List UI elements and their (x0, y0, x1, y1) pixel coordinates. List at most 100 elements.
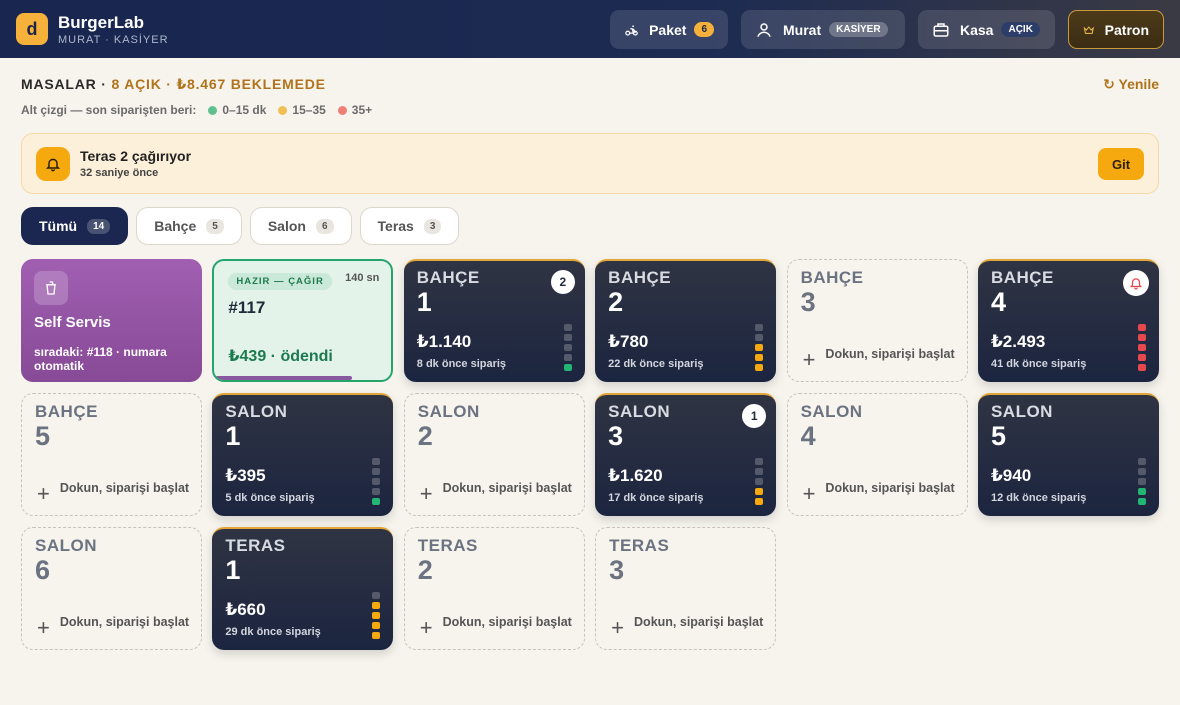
start-order-text: Dokun, siparişi başlat (59, 481, 190, 495)
table-zone: SALON (225, 402, 288, 421)
user-line: MURAT · KASİYER (58, 33, 169, 46)
meter-segment (755, 478, 764, 485)
table-card[interactable]: SALON 5 ₺940 12 dk önce sipariş (977, 393, 1159, 516)
table-number: 5 (990, 421, 1006, 451)
table-items-badge: 1 (742, 404, 767, 428)
filter-count: 6 (315, 218, 334, 234)
meter-segment (1137, 354, 1146, 361)
table-amount: ₺940 (990, 466, 1032, 485)
table-card[interactable]: BAHÇE 3 + Dokun, siparişi başlat (786, 259, 968, 382)
meter-segment (563, 354, 572, 361)
filter-count: 14 (87, 218, 111, 234)
filter-garden[interactable]: Bahçe 5 (136, 207, 242, 245)
top-bar: d BurgerLab MURAT · KASİYER Paket 6 Mura… (0, 0, 1180, 58)
boss-button[interactable]: Patron (1068, 10, 1164, 49)
meter-segment (1137, 478, 1146, 485)
table-last-order: 29 dk önce sipariş (225, 626, 321, 638)
alert-title: Teras 2 çağırıyor (80, 148, 192, 164)
tables-grid: Self Servis sıradaki: #118 · numara otom… (21, 259, 1159, 650)
meter-segment (372, 468, 381, 475)
table-zone: BAHÇE (608, 268, 672, 287)
refresh-button[interactable]: ↻ Yenile (1103, 76, 1159, 93)
meter-segment (372, 478, 381, 485)
ready-order-card[interactable]: HAZIR — ÇAĞIR 140 sn #117 ₺439 · ödendi (212, 259, 394, 382)
table-card[interactable]: BAHÇE 4 ₺2.493 41 dk önce sipariş (977, 259, 1159, 382)
legend-dot-yellow (278, 105, 288, 115)
filter-count: 3 (423, 218, 442, 234)
meter-segment (372, 592, 381, 599)
time-meter (563, 324, 572, 371)
register-label: Kasa (960, 21, 994, 38)
table-number: 6 (35, 555, 51, 585)
table-last-order: 12 dk önce sipariş (990, 492, 1087, 504)
meter-segment (563, 334, 572, 341)
table-card[interactable]: SALON 3 ₺1.620 17 dk önce sipariş 1 (595, 393, 777, 516)
register-button[interactable]: Kasa AÇIK (918, 10, 1055, 49)
filter-count: 5 (206, 218, 224, 234)
meter-segment (1137, 344, 1146, 351)
meter-segment (1137, 488, 1146, 495)
ready-progress-bar (214, 376, 353, 380)
meter-segment (372, 612, 381, 619)
meter-segment (1137, 334, 1146, 341)
table-number: 4 (990, 287, 1006, 317)
table-card[interactable]: TERAS 1 ₺660 29 dk önce sipariş (212, 527, 394, 650)
meter-segment (1137, 468, 1146, 475)
meter-segment (563, 364, 572, 371)
brand: BurgerLab MURAT · KASİYER (58, 13, 169, 46)
legend: Alt çizgi — son siparişten beri: 0–15 dk… (21, 103, 372, 117)
filter-all[interactable]: Tümü 14 (21, 207, 129, 245)
package-count-badge: 6 (694, 22, 714, 37)
cup-icon (34, 271, 68, 305)
table-card[interactable]: SALON 4 + Dokun, siparişi başlat (786, 393, 968, 516)
alert-subtitle: 32 saniye önce (80, 167, 159, 179)
app-logo: d (16, 13, 48, 45)
self-service-title: Self Servis (34, 314, 111, 331)
ready-order-paid: ₺439 · ödendi (228, 348, 333, 365)
table-last-order: 5 dk önce sipariş (225, 492, 315, 504)
self-service-card[interactable]: Self Servis sıradaki: #118 · numara otom… (21, 259, 202, 382)
table-card[interactable]: TERAS 2 + Dokun, siparişi başlat (403, 527, 585, 650)
table-card[interactable]: BAHÇE 5 + Dokun, siparişi başlat (21, 393, 202, 516)
table-card[interactable]: BAHÇE 2 ₺780 22 dk önce sipariş (595, 259, 777, 382)
start-order-text: Dokun, siparişi başlat (634, 615, 764, 629)
table-number: 2 (608, 287, 624, 317)
filter-salon[interactable]: Salon 6 (249, 207, 352, 245)
user-button[interactable]: Murat KASİYER (741, 10, 905, 49)
table-number: 3 (608, 421, 624, 451)
call-alert: Teras 2 çağırıyor 32 saniye önce Git (21, 133, 1159, 194)
user-icon (757, 22, 771, 37)
table-card[interactable]: SALON 1 ₺395 5 dk önce sipariş (212, 393, 394, 516)
package-button[interactable]: Paket 6 (610, 10, 728, 49)
meter-segment (1137, 458, 1146, 465)
role-badge: KASİYER (829, 22, 888, 37)
plus-icon: + (802, 347, 816, 372)
table-card[interactable]: SALON 2 + Dokun, siparişi başlat (403, 393, 585, 516)
start-order-text: Dokun, siparişi başlat (442, 481, 572, 495)
meter-segment (755, 498, 764, 505)
legend-label: Alt çizgi — son siparişten beri: (21, 103, 197, 117)
alert-go-button[interactable]: Git (1098, 148, 1144, 180)
meter-segment (563, 324, 572, 331)
table-card[interactable]: SALON 6 + Dokun, siparişi başlat (21, 527, 202, 650)
filter-terrace[interactable]: Teras 3 (359, 207, 460, 245)
bell-icon (36, 146, 70, 181)
table-zone: TERAS (609, 536, 670, 555)
meter-segment (755, 324, 764, 331)
meter-segment (372, 488, 381, 495)
meter-segment (372, 632, 381, 639)
summary-value: 8 AÇIK · ₺8.467 BEKLEMEDE (111, 76, 326, 92)
table-zone: SALON (35, 536, 97, 555)
meter-segment (372, 458, 381, 465)
table-card[interactable]: TERAS 3 + Dokun, siparişi başlat (595, 527, 777, 650)
filter-label: Salon (267, 218, 306, 234)
meter-segment (755, 364, 764, 371)
table-zone: SALON (417, 402, 480, 421)
table-number: 1 (416, 287, 432, 317)
table-zone: TERAS (225, 536, 286, 555)
start-order-hint: + Dokun, siparişi başlat (609, 615, 764, 639)
zone-filters: Tümü 14 Bahçe 5 Salon 6 Teras 3 (21, 207, 460, 245)
start-order-text: Dokun, siparişi başlat (59, 615, 190, 629)
table-card[interactable]: BAHÇE 1 ₺1.140 8 dk önce sipariş 2 (403, 259, 585, 382)
table-amount: ₺1.620 (608, 466, 663, 485)
